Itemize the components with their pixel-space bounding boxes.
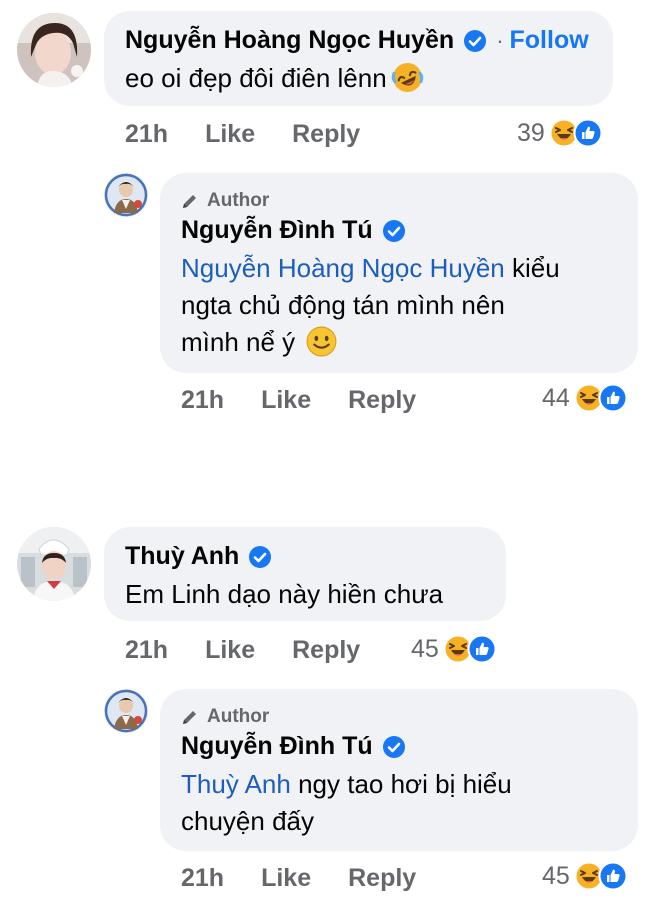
comment-actions: 21h Like Reply <box>125 120 360 149</box>
like-button[interactable]: Like <box>205 636 255 665</box>
comment-text: eo oi đẹp đôi điên lênn <box>125 60 424 97</box>
reaction-count: 39 <box>517 118 545 147</box>
reply-button[interactable]: Reply <box>348 864 416 893</box>
author-badge-label: Author <box>207 190 270 211</box>
reply-button[interactable]: Reply <box>292 636 360 665</box>
reaction-summary[interactable]: 45 <box>542 861 628 891</box>
comment-timestamp[interactable]: 21h <box>181 386 224 415</box>
reply-actions: 21h Like Reply <box>181 386 416 415</box>
reaction-summary[interactable]: 45 <box>411 634 497 664</box>
reply-actions: 21h Like Reply <box>181 864 416 893</box>
like-button[interactable]: Like <box>205 120 255 149</box>
reply-text: Thuỳ Anh ngy tao hơi bị hiểu chuyện đấy <box>181 766 512 840</box>
comment-timestamp[interactable]: 21h <box>125 120 168 149</box>
reaction-count: 44 <box>542 383 570 412</box>
reply-text-line-2: chuyện đấy <box>181 806 314 836</box>
reply-text-segment: kiểu <box>504 253 560 283</box>
comment-author-line: Nguyễn Hoàng Ngọc Huyền · Follow <box>125 26 589 55</box>
avatar[interactable] <box>104 173 148 217</box>
reaction-summary[interactable]: 39 <box>517 118 603 148</box>
comment-text-body: Em Linh dạo này hiền chưa <box>125 579 444 609</box>
reply-text-line-3: mình nể ý <box>181 324 560 361</box>
reply-button[interactable]: Reply <box>348 386 416 415</box>
comment-author-name[interactable]: Nguyễn Hoàng Ngọc Huyền <box>125 26 454 55</box>
avatar[interactable] <box>17 13 91 87</box>
avatar-photo <box>104 173 148 217</box>
pen-icon <box>183 711 196 724</box>
comment-timestamp[interactable]: 21h <box>181 864 224 893</box>
like-reaction-icon <box>467 634 497 664</box>
avatar[interactable] <box>17 527 91 601</box>
comment-author-name[interactable]: Nguyễn Đình Tú <box>181 732 373 761</box>
comment-author-line: Nguyễn Đình Tú <box>181 216 406 245</box>
comment-thread: Nguyễn Hoàng Ngọc Huyền · Follow eo oi đ… <box>0 0 660 903</box>
reaction-summary[interactable]: 44 <box>542 383 628 413</box>
comment-author-line: Thuỳ Anh <box>125 542 272 571</box>
comment-actions: 21h Like Reply <box>125 636 360 665</box>
author-badge: Author <box>181 706 269 728</box>
reply-text-line-1: Thuỳ Anh ngy tao hơi bị hiểu <box>181 766 512 803</box>
reply-text: Nguyễn Hoàng Ngọc Huyền kiểu ngta chủ độ… <box>181 250 560 361</box>
comment-text-body: eo oi đẹp đôi điên lênn <box>125 63 387 93</box>
rolling-laughing-emoji <box>391 62 423 92</box>
comment-author-line: Nguyễn Đình Tú <box>181 732 406 761</box>
separator-dot: · <box>496 27 504 53</box>
reply-text-line-1: Nguyễn Hoàng Ngọc Huyền kiểu <box>181 250 560 287</box>
verified-badge-icon <box>464 29 487 52</box>
like-button[interactable]: Like <box>261 386 311 415</box>
like-button[interactable]: Like <box>261 864 311 893</box>
comment-author-name[interactable]: Nguyễn Đình Tú <box>181 216 373 245</box>
comment-timestamp[interactable]: 21h <box>125 636 168 665</box>
avatar[interactable] <box>104 689 148 733</box>
reaction-count: 45 <box>411 634 439 663</box>
reaction-count: 45 <box>542 861 570 890</box>
reply-button[interactable]: Reply <box>292 120 360 149</box>
verified-badge-icon <box>249 545 272 568</box>
author-badge: Author <box>181 190 269 212</box>
like-reaction-icon <box>573 118 603 148</box>
comment-author-name[interactable]: Thuỳ Anh <box>125 542 239 571</box>
avatar-photo <box>17 527 91 601</box>
follow-button[interactable]: Follow <box>510 26 589 55</box>
like-reaction-icon <box>598 383 628 413</box>
mention-link[interactable]: Thuỳ Anh <box>181 769 291 799</box>
author-badge-label: Author <box>207 706 270 727</box>
pen-icon <box>183 195 196 208</box>
like-reaction-icon <box>598 861 628 891</box>
avatar-photo <box>104 689 148 733</box>
comment-text: Em Linh dạo này hiền chưa <box>125 576 443 613</box>
reply-text-line-2: ngta chủ động tán mình nên <box>181 290 505 320</box>
avatar-photo <box>17 13 91 87</box>
reply-text-segment: mình nể ý <box>181 327 296 357</box>
verified-badge-icon <box>382 735 405 758</box>
verified-badge-icon <box>382 219 405 242</box>
mention-link[interactable]: Nguyễn Hoàng Ngọc Huyền <box>181 253 505 283</box>
smiling-face-emoji <box>306 326 337 357</box>
reply-text-segment: ngy tao hơi bị hiểu <box>290 769 512 799</box>
